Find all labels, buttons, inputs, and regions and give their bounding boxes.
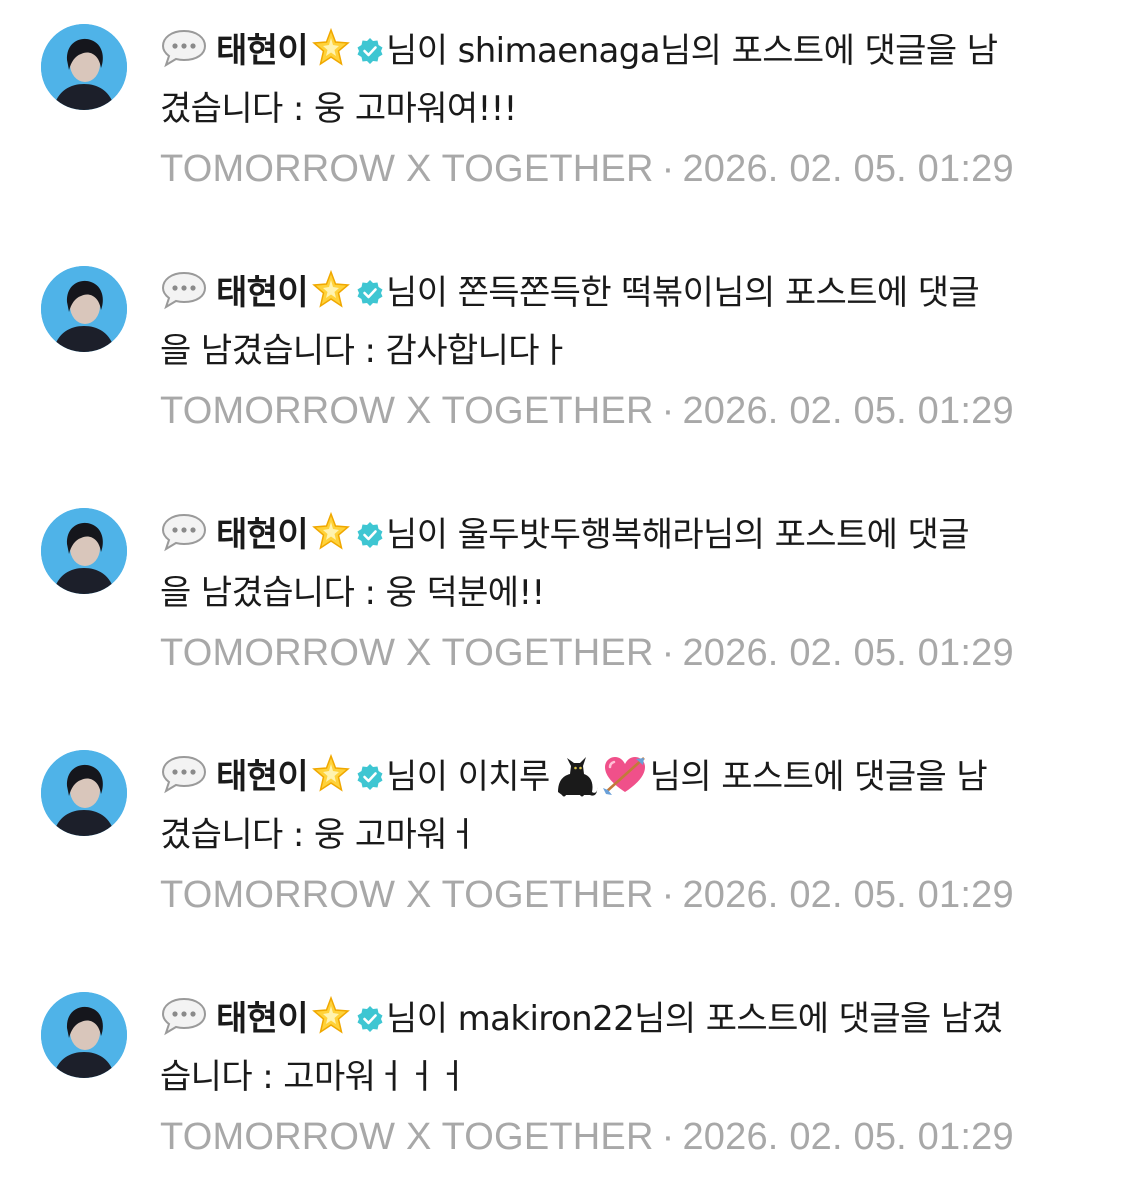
verified-badge-icon [356, 267, 384, 306]
notification-text-continued: 습니다 : 고마워ㅓㅓㅓ [160, 1057, 468, 1097]
avatar[interactable] [41, 266, 127, 352]
timestamp: 2026. 02. 05. 01:29 [682, 632, 1014, 674]
user-name[interactable]: 태현이 [216, 273, 309, 313]
notification-feed: 태현이 님이 shimaenaga님의 포스트에 댓글을 남 겼습니다 : 웅 … [0, 0, 1140, 1200]
user-name[interactable]: 태현이 [216, 515, 309, 555]
notification-text-part: 님이 이치루 [386, 757, 550, 797]
notification-text-continued: 겼습니다 : 웅 고마워ㅓ [160, 815, 478, 855]
notification-item[interactable]: 태현이 님이 shimaenaga님의 포스트에 댓글을 남 겼습니다 : 웅 … [0, 0, 1140, 200]
community-name[interactable]: TOMORROW X TOGETHER [160, 148, 654, 190]
timestamp: 2026. 02. 05. 01:29 [682, 148, 1014, 190]
notification-item[interactable]: 태현이 님이 울두밧두행복해라님의 포스트에 댓글 을 남겼습니다 : 웅 덕분… [0, 484, 1140, 684]
black-cat-emoji [550, 752, 600, 798]
meta-separator: · [661, 874, 675, 916]
notification-text-continued: 을 남겼습니다 : 웅 덕분에!! [160, 573, 545, 613]
notification-text-part: 님이 쫀득쫀득한 떡볶이님의 포스트에 댓글 [386, 273, 980, 313]
glowing-star-icon [310, 511, 352, 554]
notification-meta: TOMORROW X TOGETHER · 2026. 02. 05. 01:29 [160, 872, 1110, 918]
notification-text-part: 님이 shimaenaga님의 포스트에 댓글을 남 [386, 31, 998, 71]
speech-bubble-icon [160, 754, 208, 794]
avatar[interactable] [41, 992, 127, 1078]
notification-text-continued: 겼습니다 : 웅 고마워여!!! [160, 89, 517, 129]
notification-text-continued: 을 남겼습니다 : 감사합니다ㅏ [160, 331, 570, 371]
glowing-star-icon [310, 27, 352, 70]
speech-bubble-icon [160, 512, 208, 552]
heart-with-arrow-emoji [600, 752, 650, 798]
community-name[interactable]: TOMORROW X TOGETHER [160, 1116, 654, 1158]
notification-item[interactable]: 태현이 님이 makiron22님의 포스트에 댓글을 남겼 습니다 : 고마워… [0, 968, 1140, 1168]
notification-text-part: 님이 makiron22님의 포스트에 댓글을 남겼 [386, 999, 1003, 1039]
meta-separator: · [661, 1116, 675, 1158]
glowing-star-icon [310, 753, 352, 796]
notification-text: 태현이 님이 makiron22님의 포스트에 댓글을 남겼 [160, 990, 1110, 1048]
notification-body: 태현이 님이 울두밧두행복해라님의 포스트에 댓글 을 남겼습니다 : 웅 덕분… [160, 506, 1110, 676]
notification-meta: TOMORROW X TOGETHER · 2026. 02. 05. 01:29 [160, 146, 1110, 192]
timestamp: 2026. 02. 05. 01:29 [682, 1116, 1014, 1158]
meta-separator: · [661, 148, 675, 190]
community-name[interactable]: TOMORROW X TOGETHER [160, 874, 654, 916]
glowing-star-icon [310, 269, 352, 312]
notification-text: 태현이 님이 울두밧두행복해라님의 포스트에 댓글 [160, 506, 1110, 564]
notification-item[interactable]: 태현이 님이 쫀득쫀득한 떡볶이님의 포스트에 댓글 을 남겼습니다 : 감사합… [0, 242, 1140, 442]
glowing-star-icon [310, 995, 352, 1038]
notification-text-part: 님의 포스트에 댓글을 남 [649, 757, 988, 797]
notification-text: 태현이 님이 shimaenaga님의 포스트에 댓글을 남 [160, 22, 1110, 80]
speech-bubble-icon [160, 996, 208, 1036]
avatar[interactable] [41, 24, 127, 110]
timestamp: 2026. 02. 05. 01:29 [682, 874, 1014, 916]
verified-badge-icon [356, 509, 384, 548]
avatar[interactable] [41, 508, 127, 594]
verified-badge-icon [356, 25, 384, 64]
notification-body: 태현이 님이 이치루 님의 포스트에 댓글을 남 겼습니다: 웅 고마워ㅓ T… [160, 748, 1110, 918]
avatar[interactable] [41, 750, 127, 836]
community-name[interactable]: TOMORROW X TOGETHER [160, 632, 654, 674]
notification-text-part: 님이 울두밧두행복해라님의 포스트에 댓글 [386, 515, 969, 555]
timestamp: 2026. 02. 05. 01:29 [682, 390, 1014, 432]
community-name[interactable]: TOMORROW X TOGETHER [160, 390, 654, 432]
notification-body: 태현이 님이 shimaenaga님의 포스트에 댓글을 남 겼습니다 : 웅 … [160, 22, 1110, 192]
notification-body: 태현이 님이 makiron22님의 포스트에 댓글을 남겼 습니다 : 고마워… [160, 990, 1110, 1160]
verified-badge-icon [356, 993, 384, 1032]
user-name[interactable]: 태현이 [216, 31, 309, 71]
notification-meta: TOMORROW X TOGETHER · 2026. 02. 05. 01:29 [160, 1114, 1110, 1160]
meta-separator: · [661, 632, 675, 674]
notification-text: 태현이 님이 이치루 님의 포스트에 댓글을 남 [160, 748, 1110, 806]
notification-body: 태현이 님이 쫀득쫀득한 떡볶이님의 포스트에 댓글 을 남겼습니다 : 감사합… [160, 264, 1110, 434]
notification-item[interactable]: 태현이 님이 이치루 님의 포스트에 댓글을 남 겼습니다: 웅 고마워ㅓ T… [0, 726, 1140, 926]
speech-bubble-icon [160, 270, 208, 310]
speech-bubble-icon [160, 28, 208, 68]
user-name[interactable]: 태현이 [216, 757, 309, 797]
user-name[interactable]: 태현이 [216, 999, 309, 1039]
notification-meta: TOMORROW X TOGETHER · 2026. 02. 05. 01:29 [160, 388, 1110, 434]
notification-meta: TOMORROW X TOGETHER · 2026. 02. 05. 01:29 [160, 630, 1110, 676]
notification-text: 태현이 님이 쫀득쫀득한 떡볶이님의 포스트에 댓글 [160, 264, 1110, 322]
verified-badge-icon [356, 751, 384, 790]
meta-separator: · [661, 390, 675, 432]
